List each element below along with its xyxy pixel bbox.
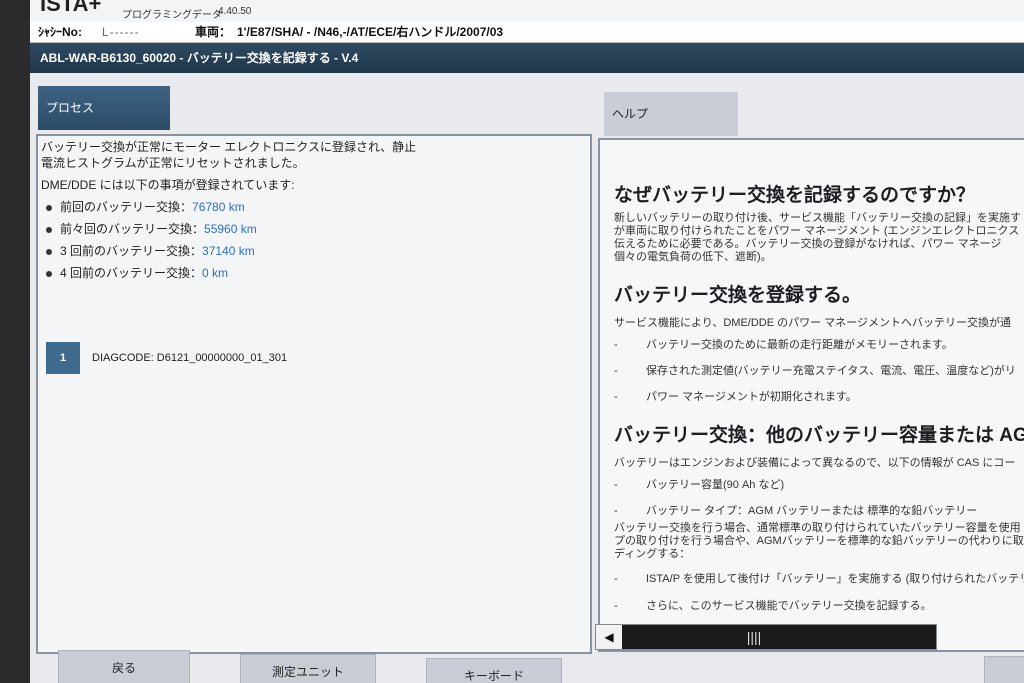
history-km: 55960 km: [204, 222, 257, 236]
history-label: 3 回前のバッテリー交換：: [60, 244, 203, 258]
app-subtitle: プログラミングデータ: [122, 10, 222, 21]
help-text: 新しいバッテリーの取り付け後、サービス機能「バッテリー交換の記録」を実施す: [614, 212, 1021, 224]
diag-code: DIAGCODE: D6121_00000000_01_301: [92, 352, 288, 364]
tab-process[interactable]: プロセス: [38, 86, 170, 130]
help-text: 伝えるために必要である。バッテリー交換の登録がなければ、パワー マネージ: [614, 238, 1002, 250]
vehicle-info-bar: ｼｬｼｰNo: L------ 車両： 1'/E87/SHA/ - /N46,-…: [30, 22, 1024, 43]
keyboard-button[interactable]: キーボード: [426, 658, 562, 683]
app-logo: ISTA+: [40, 0, 102, 16]
bullet-icon: [46, 226, 52, 233]
help-horizontal-scrollbar[interactable]: ◀ ||||: [595, 624, 937, 650]
bullet-icon: [46, 270, 52, 277]
vin-label: ｼｬｼｰNo:: [38, 25, 82, 39]
list-item: - バッテリー タイプ：AGM バッテリーまたは 標準的な鉛バッテリー: [614, 505, 978, 517]
list-item: 4 回前のバッテリー交換：0 km: [46, 264, 257, 286]
vehicle-label: 車両：: [195, 25, 232, 39]
bullet-icon: [46, 248, 52, 255]
battery-history-list: 前回のバッテリー交換：76780 km 前々回のバッテリー交換：55960 km…: [46, 198, 257, 286]
help-text: 個々の電気負荷の低下、遮断)。: [614, 251, 772, 263]
list-item: - さらに、このサービス機能でバッテリー交換を記録する。: [614, 600, 932, 612]
history-km: 76780 km: [192, 200, 245, 214]
scroll-left-arrow-icon[interactable]: ◀: [596, 625, 622, 649]
list-item: - バッテリー容量(90 Ah など): [614, 479, 785, 491]
help-heading-agm: バッテリー交換：他のバッテリー容量または AGM: [614, 425, 1024, 446]
list-item: 前回のバッテリー交換：76780 km: [46, 198, 257, 220]
list-item: - ISTA/P を使用して後付け「バッテリー」を実施する (取り付けられたバッテ…: [614, 573, 1024, 585]
list-item: 3 回前のバッテリー交換：37140 km: [46, 242, 257, 264]
help-text: ディングする：: [614, 548, 691, 560]
help-text: が車両に取り付けられたことをパワー マネージメント (エンジンエレクトロニクス: [614, 225, 1020, 237]
history-label: 前々回のバッテリー交換：: [60, 222, 205, 236]
back-button[interactable]: 戻る: [58, 650, 190, 683]
measure-unit-button[interactable]: 測定ユニット: [240, 654, 376, 683]
vin-value: L------: [102, 25, 140, 39]
list-item: - 保存された測定値(バッテリー充電ステイタス、電流、電圧、温度など)がリ: [614, 365, 1016, 377]
vehicle-model: 1'/E87/SHA/ - /N46,-/AT/ECE/右ハンドル/2007/0…: [237, 25, 504, 39]
app-header: ISTA+ プログラミングデータ 4.40.50: [30, 0, 1024, 22]
next-button[interactable]: [984, 656, 1024, 683]
list-item: - バッテリー交換のために最新の走行距離がメモリーされます。: [614, 339, 953, 351]
help-text: サービス機能により、DME/DDE のパワー マネージメントへバッテリー交換が通: [614, 317, 1011, 329]
history-km: 37140 km: [202, 244, 255, 258]
app-version: 4.40.50: [218, 6, 252, 17]
help-heading-register: バッテリー交換を登録する。: [614, 285, 862, 306]
registered-items-heading: DME/DDE には以下の事項が登録されています:: [41, 178, 295, 192]
bullet-icon: [46, 204, 52, 211]
list-item: 前々回のバッテリー交換：55960 km: [46, 220, 257, 242]
diag-index-badge: 1: [46, 342, 80, 374]
help-text: プの取り付けを行う場合や、AGMバッテリーを標準的な鉛バッテリーの代わりに取: [614, 535, 1024, 547]
help-heading-why: なぜバッテリー交換を記録するのですか？: [614, 185, 976, 206]
page-title: ABL-WAR-B6130_60020 - バッテリー交換を記録する - V.4: [30, 43, 1024, 73]
history-label: 前回のバッテリー交換：: [60, 200, 193, 214]
tab-help[interactable]: ヘルプ: [604, 92, 738, 136]
help-panel: なぜバッテリー交換を記録するのですか？ 新しいバッテリーの取り付け後、サービス機…: [598, 138, 1024, 652]
result-message: バッテリー交換が正常にモーター エレクトロニクスに登録され、静止電流ヒストグラム…: [41, 140, 417, 170]
help-text: バッテリー交換を行う場合、通常標準の取り付けられていたバッテリー容量を使用: [614, 522, 1021, 534]
list-item: - パワー マネージメントが初期化されます。: [614, 391, 857, 403]
history-label: 4 回前のバッテリー交換：: [60, 266, 203, 280]
scroll-thumb-grip-icon[interactable]: ||||: [746, 629, 762, 645]
help-text: バッテリーはエンジンおよび装備によって異なるので、以下の情報が CAS にコー: [614, 457, 1016, 469]
history-km: 0 km: [202, 266, 229, 280]
ista-screen: ISTA+ プログラミングデータ 4.40.50 ｼｬｼｰNo: L------…: [30, 0, 1024, 683]
process-panel: バッテリー交換が正常にモーター エレクトロニクスに登録され、静止電流ヒストグラム…: [36, 134, 592, 654]
monitor-bezel: [0, 0, 30, 683]
